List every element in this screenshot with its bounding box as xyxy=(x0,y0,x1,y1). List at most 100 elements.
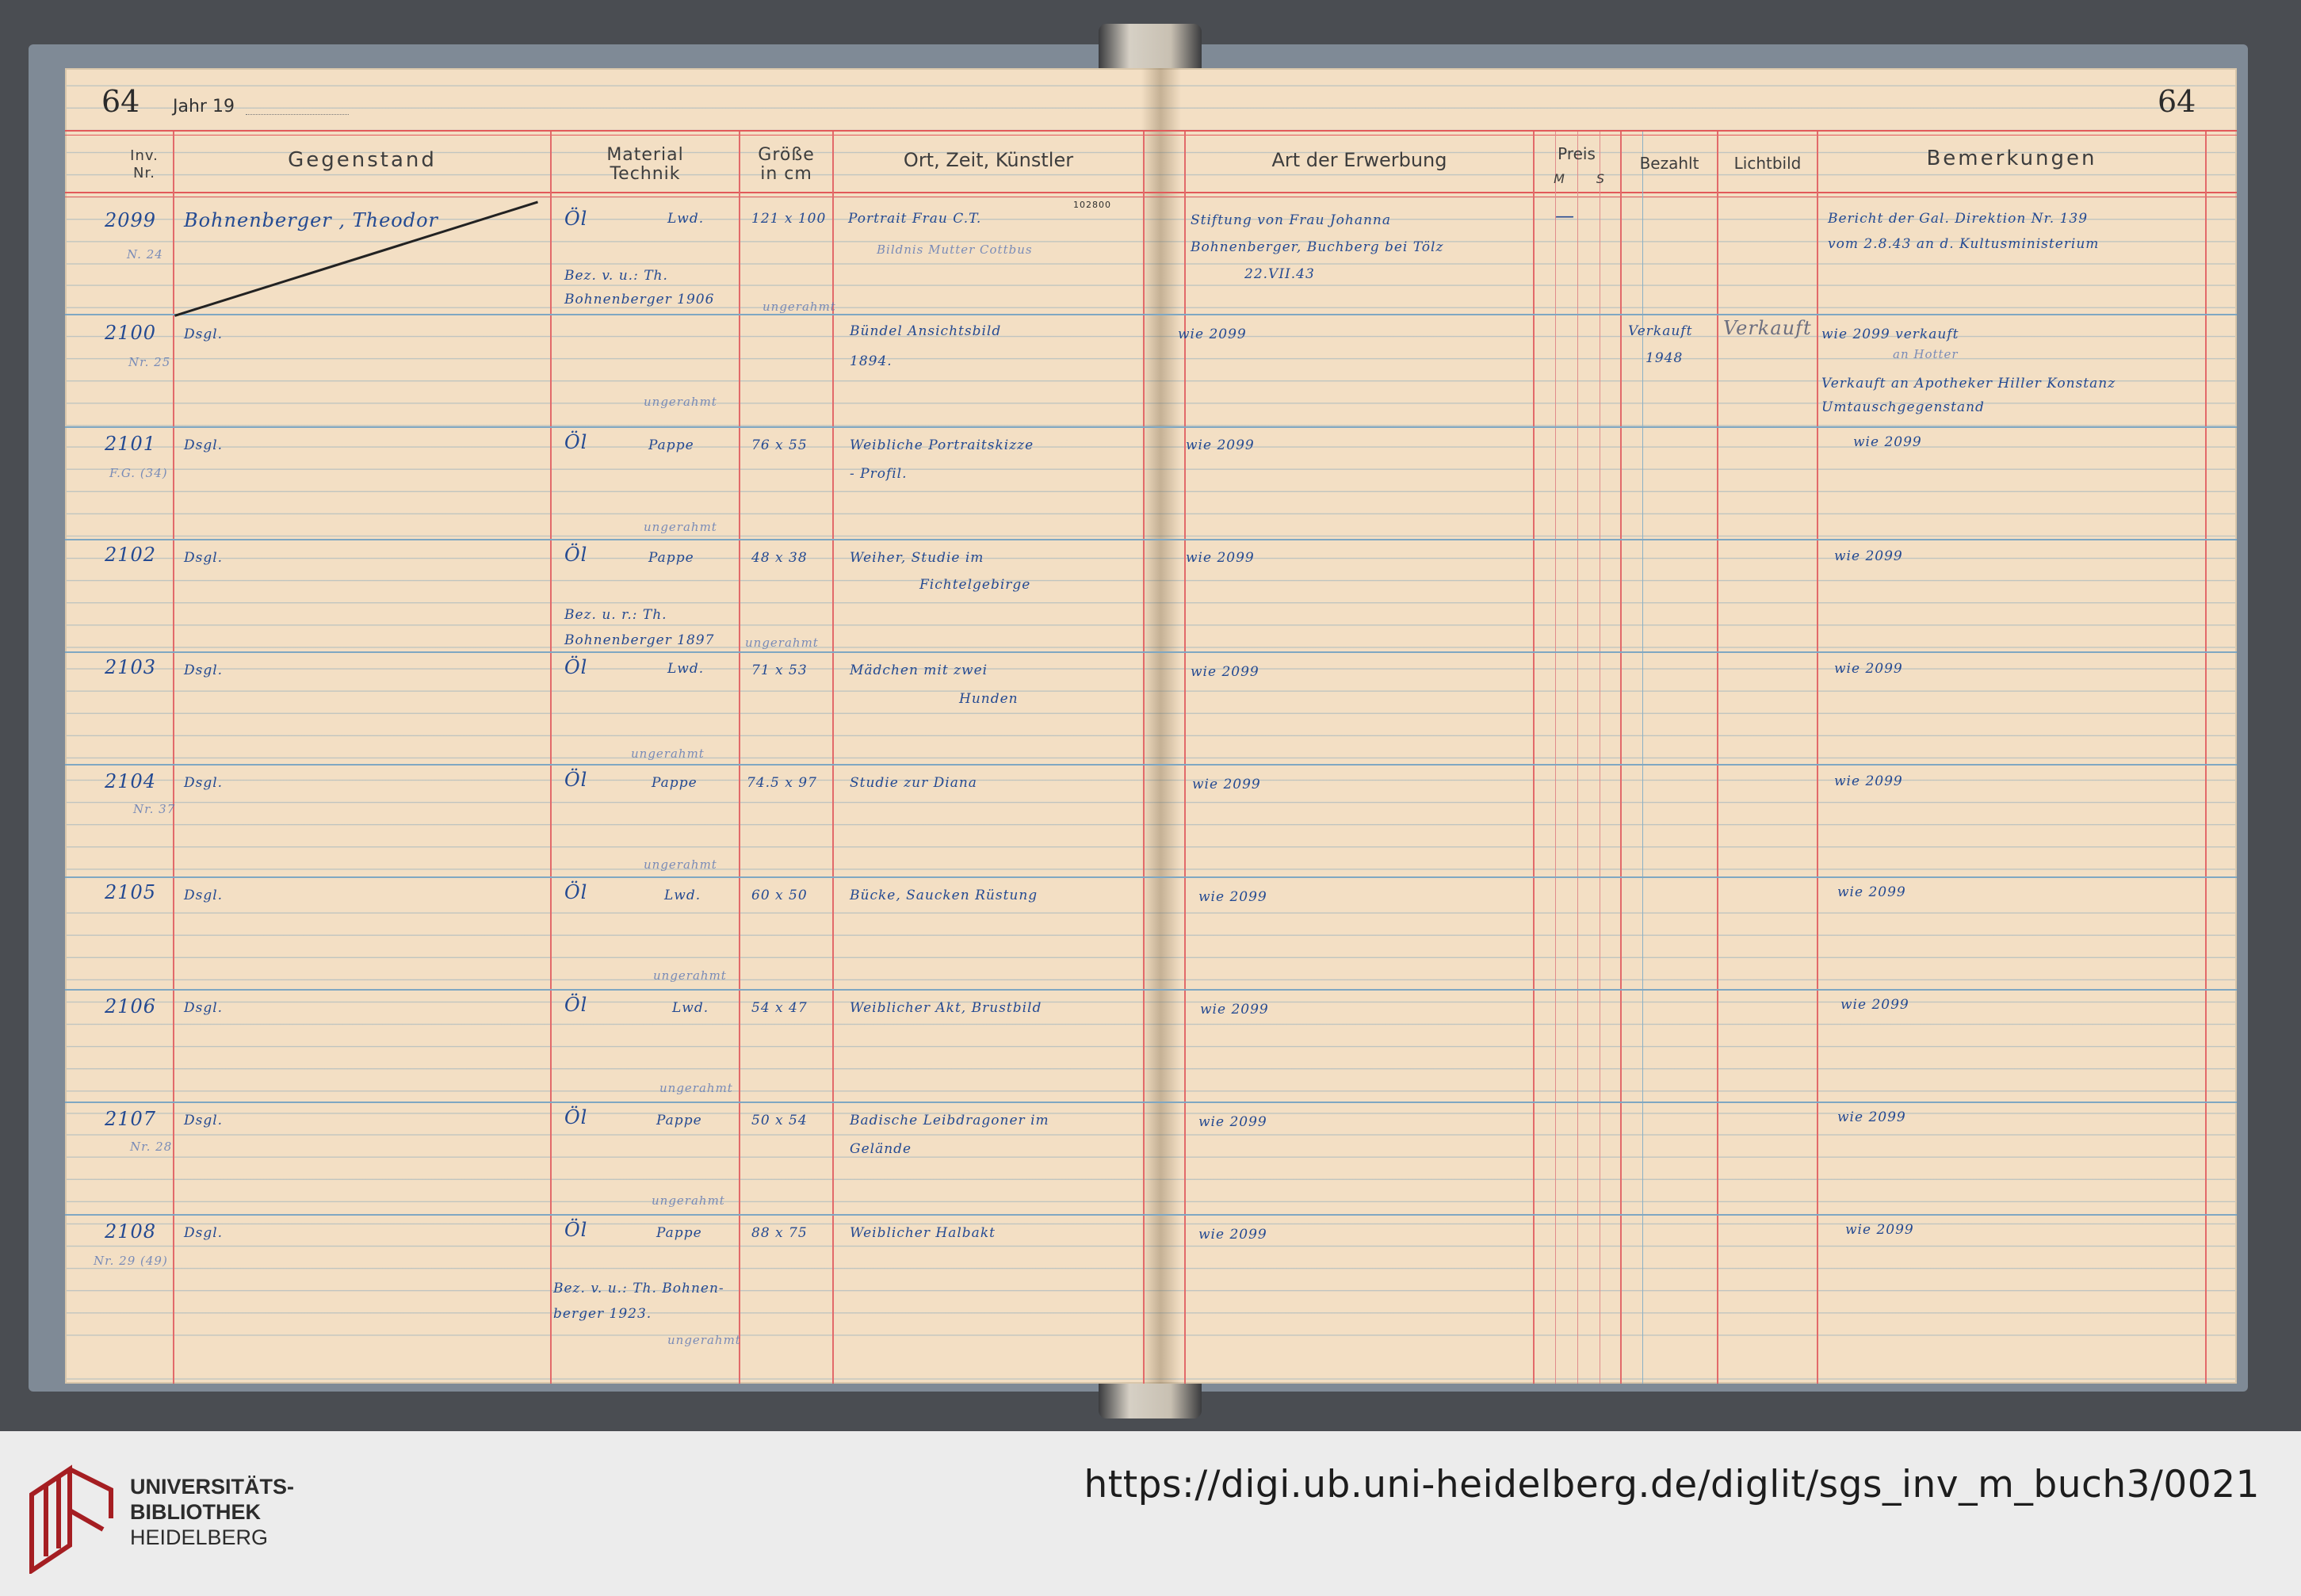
gerahmt-text: ungerahmt xyxy=(653,968,727,983)
header-material: Material Technik xyxy=(606,145,684,184)
col-line xyxy=(1555,132,1556,1384)
header-bottom-rule xyxy=(65,192,2237,193)
ort-text: Bücke, Saucken Rüstung xyxy=(850,888,1038,903)
gegenstand-text: Dsgl. xyxy=(184,1000,224,1016)
material-text: Öl xyxy=(564,881,588,903)
ort-text: Weibliche Portraitskizze xyxy=(850,437,1034,453)
col-line xyxy=(1184,132,1186,1384)
header-preis-pf: S xyxy=(1596,171,1605,186)
col-line xyxy=(1533,132,1535,1384)
ort-text: Weiblicher Akt, Brustbild xyxy=(850,1000,1042,1016)
footer-bar: UNIVERSITÄTS- BIBLIOTHEK HEIDELBERG http… xyxy=(0,1431,2301,1596)
gerahmt-text: ungerahmt xyxy=(652,1193,725,1208)
erwerbung-text: wie 2099 xyxy=(1198,1114,1267,1130)
erwerbung-text: wie 2099 xyxy=(1186,437,1255,453)
inv-number: 2103 xyxy=(105,656,157,678)
inv-number: 2108 xyxy=(105,1220,157,1243)
gerahmt-text: ungerahmt xyxy=(659,1081,733,1095)
source-url-link[interactable]: https://digi.ub.uni-heidelberg.de/diglit… xyxy=(1084,1463,2260,1506)
technik-text: Pappe xyxy=(656,1225,702,1241)
inv-number: 2100 xyxy=(105,322,157,344)
logo-text-line2: BIBLIOTHEK xyxy=(130,1500,261,1524)
inv-number: 2107 xyxy=(105,1108,157,1130)
logo-text-line1: UNIVERSITÄTS- xyxy=(130,1475,295,1499)
bemerkung-text-3: Verkauft an Apotheker Hiller Konstanz xyxy=(1821,376,2116,391)
material-text: Öl xyxy=(564,544,588,566)
gerahmt-text: ungerahmt xyxy=(644,857,717,872)
erwerbung-text: wie 2099 xyxy=(1191,664,1259,680)
header-top-rule-2 xyxy=(65,135,2237,136)
signature-note: Bez. u. r.: Th. xyxy=(564,607,667,623)
ort-text-2: Fichtelgebirge xyxy=(919,577,1031,593)
col-line xyxy=(1717,132,1718,1384)
col-line xyxy=(1817,132,1818,1384)
ort-text-2: 1894. xyxy=(850,353,892,369)
scan-area: 64 Jahr 19 64 Inv. Nr. Gegenstand Materi… xyxy=(0,0,2301,1431)
technik-text: Pappe xyxy=(648,437,694,453)
col-line xyxy=(1577,132,1578,1384)
page-number-left: 64 xyxy=(101,84,140,119)
row-separator xyxy=(65,1102,2237,1103)
groesse-text: 50 x 54 xyxy=(751,1113,808,1128)
groesse-text: 121 x 100 xyxy=(751,211,827,227)
gegenstand-text: Dsgl. xyxy=(184,662,224,678)
groesse-text: 71 x 53 xyxy=(751,662,808,678)
gegenstand-text: Dsgl. xyxy=(184,437,224,453)
inv-subnumber: N. 24 xyxy=(127,247,163,262)
erwerbung-text: wie 2099 xyxy=(1186,550,1255,566)
bemerkung-text: Bericht der Gal. Direktion Nr. 139 xyxy=(1828,211,2089,227)
bemerkung-text: wie 2099 xyxy=(1834,548,1903,564)
material-text: Öl xyxy=(564,769,588,791)
erwerbung-text-2: Bohnenberger, Buchberg bei Tölz xyxy=(1191,239,1444,255)
erwerbung-text-3: 22.VII.43 xyxy=(1244,266,1315,282)
header-preis-m: M xyxy=(1554,171,1565,186)
bemerkung-text: wie 2099 xyxy=(1837,884,1906,900)
bemerkung-text: wie 2099 xyxy=(1834,661,1903,677)
erwerbung-text: wie 2099 xyxy=(1192,777,1261,792)
bemerkung-text-2: an Hotter xyxy=(1893,347,1959,361)
year-blank xyxy=(246,114,349,115)
inv-subnumber: Nr. 28 xyxy=(130,1140,173,1154)
ort-text-2: - Profil. xyxy=(850,466,908,482)
ort-text-2: Gelände xyxy=(850,1141,912,1157)
inv-number: 2099 xyxy=(105,209,157,231)
header-top-rule xyxy=(65,130,2237,132)
technik-text: Lwd. xyxy=(664,888,701,903)
header-ort: Ort, Zeit, Künstler xyxy=(903,149,1074,171)
technik-text: Lwd. xyxy=(667,211,705,227)
row-separator xyxy=(65,314,2237,315)
erwerbung-text: wie 2099 xyxy=(1198,1227,1267,1243)
inv-subnumber: F.G. (34) xyxy=(109,466,168,480)
groesse-text: 60 x 50 xyxy=(751,888,808,903)
row-separator xyxy=(65,989,2237,991)
col-line xyxy=(1620,132,1622,1384)
col-line xyxy=(832,132,834,1384)
erwerbung-text: wie 2099 xyxy=(1198,889,1267,905)
header-erwerbung: Art der Erwerbung xyxy=(1271,149,1447,171)
inv-number: 2101 xyxy=(105,433,157,455)
bemerkung-text: wie 2099 verkauft xyxy=(1821,326,1959,342)
signature-note-2: Bohnenberger 1897 xyxy=(564,632,715,648)
preis-text: — xyxy=(1555,204,1575,227)
page-number-right: 64 xyxy=(2158,84,2196,119)
bemerkung-text-2: vom 2.8.43 an d. Kultusministerium xyxy=(1828,236,2100,252)
row-separator xyxy=(65,1214,2237,1216)
gegenstand-text: Bohnenberger , Theodor xyxy=(184,209,439,231)
header-bemerkungen: Bemerkungen xyxy=(1926,147,2097,170)
inv-number: 2105 xyxy=(105,881,157,903)
bezahlt-text: Verkauft xyxy=(1628,323,1693,339)
groesse-text: 76 x 55 xyxy=(751,437,808,453)
header-bezahlt: Bezahlt xyxy=(1639,154,1699,173)
bemerkung-text: wie 2099 xyxy=(1840,997,1909,1013)
col-line xyxy=(739,132,740,1384)
row-separator xyxy=(65,539,2237,540)
gegenstand-text: Dsgl. xyxy=(184,888,224,903)
signature-note: Bez. v. u.: Th. Bohnen- xyxy=(553,1281,724,1296)
gegenstand-text: Dsgl. xyxy=(184,326,224,342)
signature-note-2: berger 1923. xyxy=(553,1306,652,1322)
ort-text: Badische Leibdragoner im xyxy=(850,1113,1049,1128)
header-inv: Inv. Nr. xyxy=(130,147,159,181)
ort-text: Mädchen mit zwei xyxy=(850,662,988,678)
groesse-text: 88 x 75 xyxy=(751,1225,808,1241)
inv-number: 2106 xyxy=(105,995,157,1018)
